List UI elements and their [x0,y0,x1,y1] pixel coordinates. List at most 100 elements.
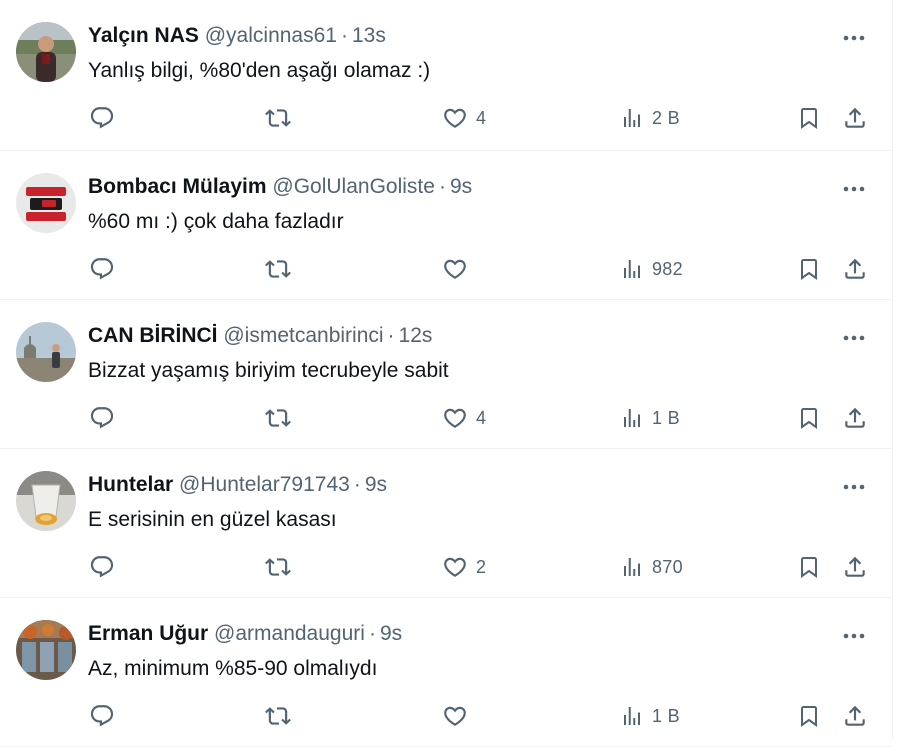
reply-post[interactable]: Bombacı Mülayim @GolUlanGoliste · 9s %60 m… [0,151,892,300]
more-options-button[interactable] [838,26,870,50]
action-bar: 4 1 B [0,396,893,440]
share-button[interactable] [842,694,868,738]
bookmark-button[interactable] [797,96,821,140]
views-button[interactable]: 1 B [620,694,680,738]
more-dots-icon [843,186,865,192]
timestamp[interactable]: 9s [450,175,472,198]
views-button[interactable]: 1 B [620,396,680,440]
reply-button[interactable] [89,396,115,440]
avatar[interactable] [16,22,76,82]
bookmark-button[interactable] [797,694,821,738]
more-options-button[interactable] [838,624,870,648]
like-button[interactable]: 4 [442,396,486,440]
timestamp[interactable]: 13s [352,24,386,47]
share-upload-icon [845,705,865,726]
separator-dot: · [340,24,348,47]
like-button[interactable]: 4 [442,96,486,140]
share-button[interactable] [842,247,868,291]
avatar[interactable] [16,173,76,233]
repost-button[interactable] [264,545,292,589]
bookmark-icon [801,557,817,578]
display-name[interactable]: Huntelar [88,473,173,496]
reply-bubble-icon [90,107,114,129]
reply-button[interactable] [89,694,115,738]
like-count: 4 [476,407,487,428]
heart-icon [444,557,466,577]
more-dots-icon [843,633,865,639]
repost-arrows-icon [265,558,291,576]
bar-chart-icon [624,260,640,278]
repost-arrows-icon [265,260,291,278]
reply-header: Yalçın NAS @yalcinnas61 · 13s [88,22,386,50]
view-count: 2 B [652,107,680,128]
display-name[interactable]: Erman Uğur [88,622,208,645]
reply-text: Az, minimum %85-90 olmalıydı [88,657,378,680]
avatar[interactable] [16,471,76,531]
bookmark-icon [801,706,817,727]
more-dots-icon [843,35,865,41]
views-button[interactable]: 982 [620,247,683,291]
like-button[interactable] [442,247,476,291]
heart-icon [444,408,466,428]
bar-chart-icon [624,109,640,127]
bookmark-icon [801,408,817,429]
display-name[interactable]: Yalçın NAS [88,24,199,47]
reply-button[interactable] [89,96,115,140]
views-button[interactable]: 870 [620,545,683,589]
bookmark-button[interactable] [797,545,821,589]
repost-button[interactable] [264,694,292,738]
reply-button[interactable] [89,247,115,291]
reply-post[interactable]: Huntelar @Huntelar791743 · 9s E serisinin … [0,449,892,598]
share-upload-icon [845,407,865,428]
like-count: 4 [476,107,487,128]
reply-text: %60 mı :) çok daha fazladır [88,210,344,233]
reply-bubble-icon [90,705,114,727]
timestamp[interactable]: 9s [365,473,387,496]
share-button[interactable] [842,396,868,440]
reply-bubble-icon [90,407,114,429]
like-button[interactable] [442,694,476,738]
reply-header: Huntelar @Huntelar791743 · 9s [88,471,387,499]
user-handle[interactable]: @GolUlanGoliste [272,175,435,198]
repost-button[interactable] [264,396,292,440]
user-handle[interactable]: @armandauguri [214,622,365,645]
timestamp[interactable]: 9s [380,622,402,645]
user-handle[interactable]: @ismetcanbirinci [223,324,383,347]
more-options-button[interactable] [838,326,870,350]
views-button[interactable]: 2 B [620,96,680,140]
view-count: 982 [652,258,683,279]
reply-post[interactable]: Yalçın NAS @yalcinnas61 · 13s Yanlış bilgi… [0,0,892,151]
more-options-button[interactable] [838,475,870,499]
reply-text: E serisinin en güzel kasası [88,508,337,531]
like-count: 2 [476,556,487,577]
reply-post[interactable]: Erman Uğur @armandauguri · 9s Az, minimum … [0,598,892,747]
reply-header: Bombacı Mülayim @GolUlanGoliste · 9s [88,173,472,201]
avatar[interactable] [16,620,76,680]
timestamp[interactable]: 12s [399,324,433,347]
like-button[interactable]: 2 [442,545,486,589]
display-name[interactable]: Bombacı Mülayim [88,175,267,198]
bar-chart-icon [624,707,640,725]
repost-button[interactable] [264,247,292,291]
display-name[interactable]: CAN BİRİNCİ [88,324,218,347]
bookmark-icon [801,259,817,280]
heart-icon [444,259,466,279]
bookmark-button[interactable] [797,396,821,440]
action-bar: 4 2 B [0,96,893,140]
reply-button[interactable] [89,545,115,589]
reply-post[interactable]: CAN BİRİNCİ @ismetcanbirinci · 12s Bizzat … [0,300,892,449]
reply-text: Bizzat yaşamış biriyim tecrubeyle sabit [88,359,449,382]
separator-dot: · [387,324,395,347]
share-button[interactable] [842,545,868,589]
user-handle[interactable]: @yalcinnas61 [205,24,337,47]
share-button[interactable] [842,96,868,140]
reply-header: Erman Uğur @armandauguri · 9s [88,620,402,648]
user-handle[interactable]: @Huntelar791743 [179,473,350,496]
view-count: 870 [652,556,683,577]
repost-button[interactable] [264,96,292,140]
more-options-button[interactable] [838,177,870,201]
reply-text: Yanlış bilgi, %80'den aşağı olamaz :) [88,59,431,82]
bookmark-button[interactable] [797,247,821,291]
heart-icon [444,108,466,128]
avatar[interactable] [16,322,76,382]
